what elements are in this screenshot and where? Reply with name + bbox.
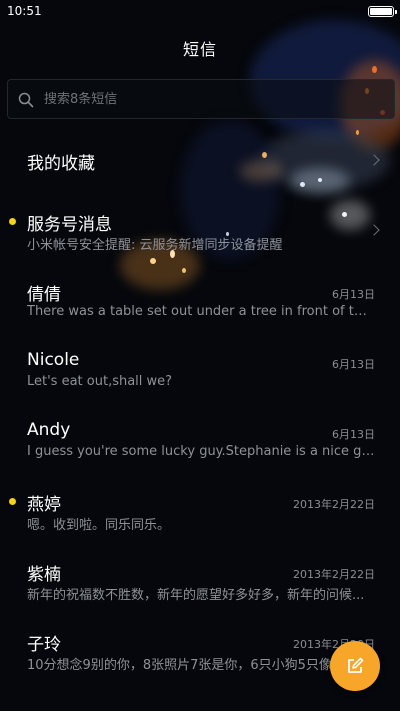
conversation-row[interactable]: 紫楠 2013年2月22日 新年的祝福数不胜数，新年的愿望好多好多，新年的问候.… <box>0 552 400 622</box>
conversation-name: 倩倩 <box>27 285 61 305</box>
conversation-name: 燕婷 <box>27 495 61 515</box>
battery-full-icon <box>368 6 397 17</box>
conversation-preview: There was a table set out under a tree i… <box>27 304 375 319</box>
conversation-name: Andy <box>27 420 71 440</box>
conversation-preview: I guess you're some lucky guy.Stephanie … <box>27 444 375 459</box>
search-bar[interactable] <box>7 79 395 119</box>
conversation-preview: Let's eat out,shall we? <box>27 374 173 389</box>
status-time: 10:51 <box>7 4 42 18</box>
conversation-row[interactable]: Nicole 6月13日 Let's eat out,shall we? <box>0 342 400 412</box>
favorites-row[interactable]: 我的收藏 <box>0 132 400 202</box>
conversation-name: 子玲 <box>27 635 61 655</box>
conversation-date: 6月13日 <box>332 358 375 371</box>
unread-dot <box>9 218 16 225</box>
conversation-preview: 小米帐号安全提醒: 云服务新增同步设备提醒 <box>27 238 283 253</box>
conversation-name: Nicole <box>27 350 80 370</box>
compose-icon <box>348 657 364 673</box>
conversation-date: 6月13日 <box>332 288 375 301</box>
conversation-row[interactable]: 服务号消息 小米帐号安全提醒: 云服务新增同步设备提醒 <box>0 202 400 272</box>
conversation-row[interactable]: Andy 6月13日 I guess you're some lucky guy… <box>0 412 400 482</box>
conversation-row[interactable]: 倩倩 6月13日 There was a table set out under… <box>0 272 400 342</box>
conversation-date: 2013年2月22日 <box>293 568 375 581</box>
page-title: 短信 <box>182 40 217 59</box>
search-input[interactable] <box>44 80 384 118</box>
messages-screen: 10:51 短信 我的收藏 服务号消息 小米帐号安全提醒: 云服务新增同步设备提… <box>0 0 400 711</box>
conversation-name: 紫楠 <box>27 565 61 585</box>
unread-dot <box>9 498 16 505</box>
conversation-preview: 嗯。收到啦。同乐同乐。 <box>27 518 171 533</box>
conversation-date: 2013年2月22日 <box>293 498 375 511</box>
conversation-preview: 新年的祝福数不胜数，新年的愿望好多好多，新年的问候... <box>27 588 365 603</box>
conversation-date: 6月13日 <box>332 428 375 441</box>
conversation-name: 服务号消息 <box>27 215 112 235</box>
conversation-row[interactable]: 燕婷 2013年2月22日 嗯。收到啦。同乐同乐。 <box>0 482 400 552</box>
conversation-preview: 10分想念9别的你，8张照片7张是你，6只小狗5只像你 <box>27 658 345 673</box>
compose-button[interactable] <box>330 641 380 691</box>
search-icon <box>18 92 34 108</box>
chevron-right-icon <box>368 224 380 236</box>
favorites-label: 我的收藏 <box>27 154 95 174</box>
status-bar: 10:51 <box>0 0 400 24</box>
chevron-right-icon <box>368 154 380 166</box>
